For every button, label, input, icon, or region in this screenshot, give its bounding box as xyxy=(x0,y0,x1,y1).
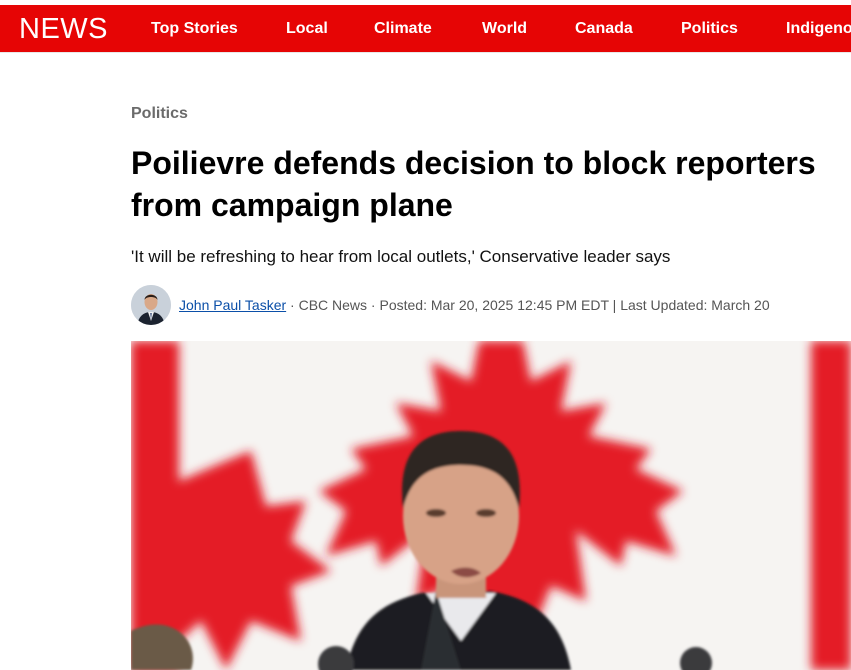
top-navigation-bar: NEWS Top Stories Local Climate World Can… xyxy=(0,5,851,52)
hero-image[interactable] xyxy=(131,341,851,670)
section-label[interactable]: Politics xyxy=(131,105,188,123)
byline: John Paul Tasker · CBC News · Posted: Ma… xyxy=(131,285,851,325)
nav-item-indigenous[interactable]: Indigenous xyxy=(786,20,851,38)
hero-photo xyxy=(131,341,851,670)
nav-item-top-stories[interactable]: Top Stories xyxy=(151,20,238,38)
news-logo[interactable]: NEWS xyxy=(19,13,108,45)
nav-item-world[interactable]: World xyxy=(482,20,527,38)
avatar-icon xyxy=(131,285,171,325)
article-deck: 'It will be refreshing to hear from loca… xyxy=(131,247,671,266)
byline-meta: · CBC News · Posted: Mar 20, 2025 12:45 … xyxy=(286,297,770,313)
nav-item-politics[interactable]: Politics xyxy=(681,20,738,38)
byline-text: John Paul Tasker · CBC News · Posted: Ma… xyxy=(179,297,770,313)
header-divider xyxy=(0,52,851,53)
nav-item-local[interactable]: Local xyxy=(286,20,328,38)
article-headline: Poilievre defends decision to block repo… xyxy=(131,145,816,223)
nav-item-canada[interactable]: Canada xyxy=(575,20,633,38)
author-link[interactable]: John Paul Tasker xyxy=(179,297,286,313)
author-avatar[interactable] xyxy=(131,285,171,325)
nav-item-climate[interactable]: Climate xyxy=(374,20,432,38)
